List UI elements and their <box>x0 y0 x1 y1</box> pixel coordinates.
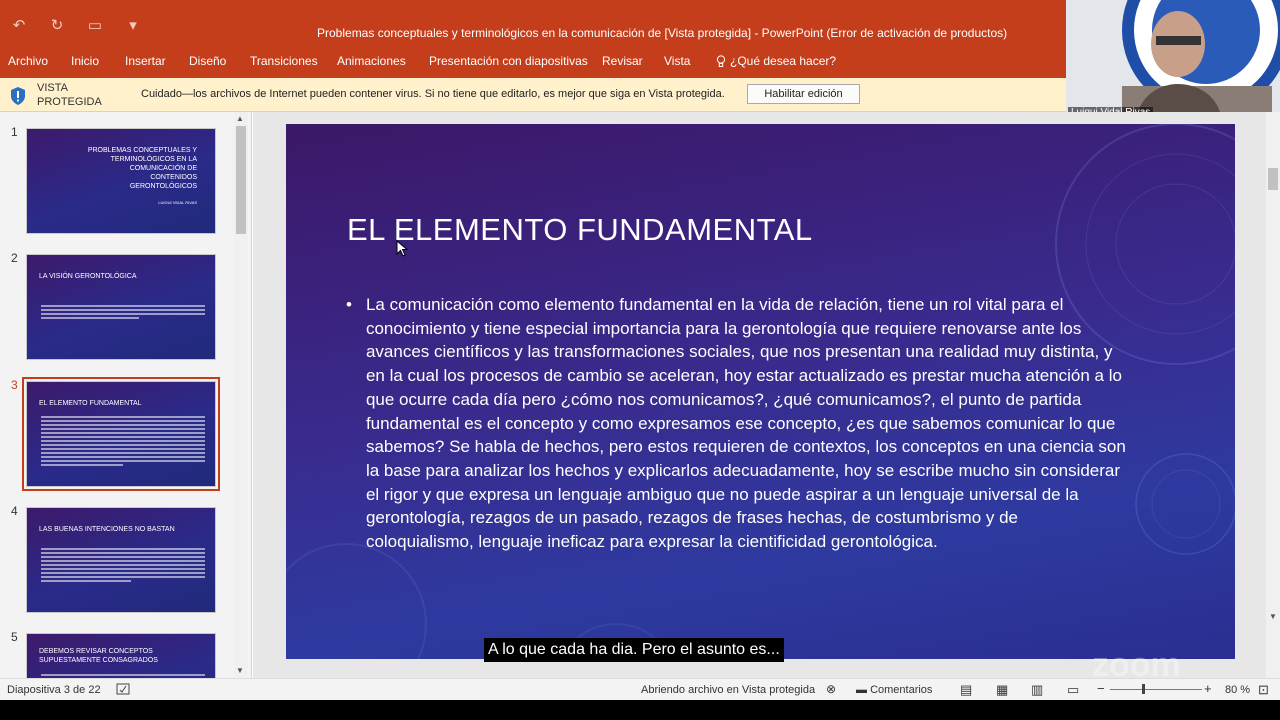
slide-body-text[interactable]: La comunicación como elemento fundamenta… <box>366 293 1126 554</box>
slide-thumbnail-5[interactable]: DEBEMOS REVISAR CONCEPTOS SUPUESTAMENTE … <box>26 633 216 678</box>
comments-icon: ▬ <box>856 684 867 696</box>
scroll-up-icon[interactable]: ▲ <box>236 114 244 123</box>
mouse-cursor-icon <box>396 240 408 257</box>
thumbnail-scrollbar[interactable]: ▲ ▼ <box>234 112 248 678</box>
editor-scrollbar[interactable]: ▼ <box>1266 112 1280 678</box>
tab-inicio[interactable]: Inicio <box>71 54 99 68</box>
thumbnail-number: 1 <box>11 125 18 139</box>
zoom-in-button[interactable]: + <box>1204 681 1212 696</box>
slide-thumbnail-2[interactable]: LA VISIÓN GERONTOLÓGICA <box>26 254 216 360</box>
thumbnail-title: EL ELEMENTO FUNDAMENTAL <box>39 400 142 407</box>
tell-me-text: ¿Qué desea hacer? <box>730 54 837 68</box>
scrollbar-thumb[interactable] <box>236 126 246 234</box>
enable-editing-button[interactable]: Habilitar edición <box>747 84 860 104</box>
zoom-slider-thumb[interactable] <box>1142 684 1145 694</box>
zoom-level[interactable]: 80 % <box>1225 684 1250 696</box>
slide-thumbnail-4[interactable]: LAS BUENAS INTENCIONES NO BASTAN <box>26 507 216 613</box>
zoom-out-button[interactable]: − <box>1097 681 1105 696</box>
present-icon[interactable]: ▭ <box>84 18 106 34</box>
thumbnail-title: DEBEMOS REVISAR CONCEPTOS SUPUESTAMENTE … <box>39 648 158 664</box>
tab-vista[interactable]: Vista <box>664 54 690 68</box>
normal-view-icon[interactable]: ▤ <box>960 682 972 698</box>
reading-view-icon[interactable]: ▥ <box>1031 682 1043 698</box>
fit-to-window-icon[interactable]: ⊡ <box>1258 682 1269 698</box>
comments-button[interactable]: ▬ Comentarios <box>856 684 932 696</box>
tab-presentacion[interactable]: Presentación con diapositivas <box>429 54 588 68</box>
cancel-icon[interactable]: ⊗ <box>826 682 836 696</box>
thumbnail-title: LA VISIÓN GERONTOLÓGICA <box>39 273 137 280</box>
slide-thumbnail-pane: 1 PROBLEMAS CONCEPTUALES Y TERMINOLÓGICO… <box>0 112 252 678</box>
status-opening-message: Abriendo archivo en Vista protegida <box>641 684 816 696</box>
slide-counter: Diapositiva 3 de 22 <box>7 684 101 696</box>
slide-thumbnail-3[interactable]: EL ELEMENTO FUNDAMENTAL <box>22 377 220 491</box>
bullet-point: • <box>346 295 352 314</box>
webcam-video: Luigui Vidal Rivas <box>1066 0 1280 120</box>
thumbnail-subtitle: LUIGUI VIDAL RIVAS <box>158 200 197 205</box>
redo-icon[interactable]: ↻ <box>46 18 68 34</box>
zoom-slider[interactable] <box>1110 689 1202 690</box>
undo-icon[interactable]: ↶ <box>8 18 30 34</box>
spellcheck-icon[interactable] <box>116 683 130 695</box>
slide-editor: EL ELEMENTO FUNDAMENTAL • La comunicació… <box>253 112 1266 678</box>
scrollbar-thumb[interactable] <box>1268 168 1278 190</box>
lightbulb-icon <box>716 54 726 67</box>
tab-animaciones[interactable]: Animaciones <box>337 54 406 68</box>
powerpoint-window: ↶ ↻ ▭ ▾ Problemas conceptuales y termino… <box>0 0 1280 720</box>
current-slide[interactable]: EL ELEMENTO FUNDAMENTAL • La comunicació… <box>286 124 1235 659</box>
thumbnail-number: 4 <box>11 504 18 518</box>
tell-me-box[interactable]: ¿Qué desea hacer? <box>716 54 836 68</box>
protected-view-message: Cuidado—los archivos de Internet pueden … <box>141 88 725 100</box>
slideshow-view-icon[interactable]: ▭ <box>1067 682 1079 698</box>
scroll-down-icon[interactable]: ▼ <box>1269 612 1277 621</box>
slide-body[interactable]: • La comunicación como elemento fundamen… <box>346 293 1126 554</box>
thumbnail-number: 5 <box>11 630 18 644</box>
thumbnail-title: LAS BUENAS INTENCIONES NO BASTAN <box>39 526 175 533</box>
tab-archivo[interactable]: Archivo <box>8 54 48 68</box>
thumbnail-title: PROBLEMAS CONCEPTUALES Y TERMINOLÓGICOS … <box>87 147 197 190</box>
quick-access-toolbar: ↶ ↻ ▭ ▾ <box>8 18 144 34</box>
thumbnail-number: 2 <box>11 251 18 265</box>
shield-icon <box>11 87 25 105</box>
tab-revisar[interactable]: Revisar <box>602 54 643 68</box>
thumbnail-text-lines <box>41 548 205 584</box>
scroll-down-icon[interactable]: ▼ <box>236 666 244 675</box>
customize-icon[interactable]: ▾ <box>122 18 144 34</box>
slide-sorter-icon[interactable]: ▦ <box>996 682 1008 698</box>
slide-title[interactable]: EL ELEMENTO FUNDAMENTAL <box>347 212 813 248</box>
subtitle-caption: A lo que cada ha dia. Pero el asunto es.… <box>484 638 784 662</box>
comments-label: Comentarios <box>870 684 933 696</box>
webcam-image <box>1066 0 1280 120</box>
status-bar: Diapositiva 3 de 22 Abriendo archivo en … <box>0 678 1280 700</box>
thumbnail-text-lines <box>41 416 205 468</box>
tab-insertar[interactable]: Insertar <box>125 54 166 68</box>
thumbnail-number: 3 <box>11 378 18 392</box>
tab-transiciones[interactable]: Transiciones <box>250 54 318 68</box>
protected-view-label: VISTA PROTEGIDA <box>37 82 102 108</box>
slide-thumbnail-1[interactable]: PROBLEMAS CONCEPTUALES Y TERMINOLÓGICOS … <box>26 128 216 234</box>
window-title: Problemas conceptuales y terminológicos … <box>317 26 1008 40</box>
thumbnail-text-lines <box>41 305 205 321</box>
tab-diseno[interactable]: Diseño <box>189 54 226 68</box>
bottom-black-bar <box>0 700 1280 720</box>
